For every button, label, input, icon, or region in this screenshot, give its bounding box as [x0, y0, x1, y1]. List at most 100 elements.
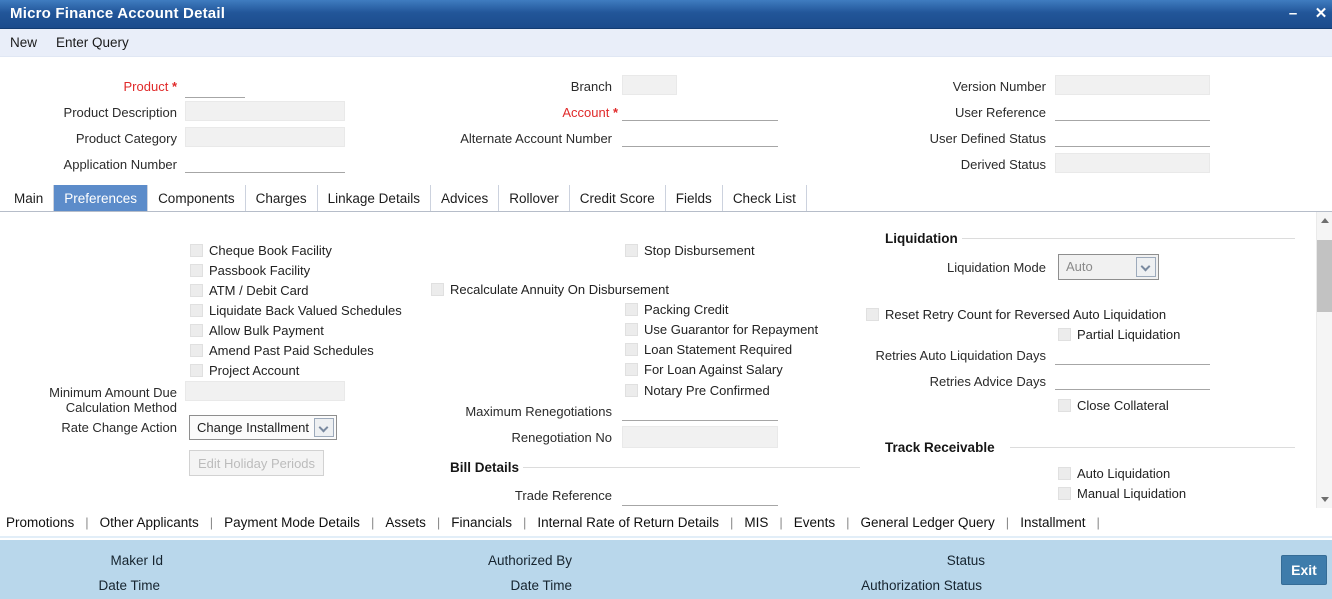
link-other-applicants[interactable]: Other Applicants — [100, 515, 199, 530]
checkbox-icon[interactable] — [866, 307, 879, 321]
user-defined-status-label: User Defined Status — [929, 131, 1046, 146]
retries-advice-days-input[interactable] — [1055, 370, 1210, 390]
checkbox-icon[interactable] — [1058, 486, 1071, 500]
checkbox-passbook-facility[interactable]: Passbook Facility — [190, 262, 310, 278]
checkbox-cheque-book-facility[interactable]: Cheque Book Facility — [190, 242, 332, 258]
checkbox-icon[interactable] — [431, 282, 444, 296]
checkbox-icon[interactable] — [190, 283, 203, 297]
tab-charges[interactable]: Charges — [246, 185, 318, 211]
branch-label: Branch — [570, 79, 612, 94]
link-mis[interactable]: MIS — [744, 515, 768, 530]
checkbox-icon[interactable] — [190, 263, 203, 277]
checkbox-project-account[interactable]: Project Account — [190, 362, 299, 378]
link-payment-mode-details[interactable]: Payment Mode Details — [224, 515, 360, 530]
checkbox-atm-debit-card[interactable]: ATM / Debit Card — [190, 282, 308, 298]
link-events[interactable]: Events — [794, 515, 835, 530]
status-label: Status — [946, 553, 985, 568]
tab-preferences[interactable]: Preferences — [54, 185, 149, 211]
checkbox-icon[interactable] — [190, 343, 203, 357]
checkbox-liquidate-back-valued-schedules[interactable]: Liquidate Back Valued Schedules — [190, 302, 402, 318]
account-input[interactable] — [622, 101, 778, 121]
link-separator: | — [779, 514, 783, 530]
trade-reference-input[interactable] — [622, 486, 778, 506]
minimize-icon[interactable]: – — [1282, 3, 1304, 25]
link-financials[interactable]: Financials — [451, 515, 512, 530]
authorized-by-label: Authorized By — [487, 553, 572, 568]
checkbox-for-loan-against-salary[interactable]: For Loan Against Salary — [625, 361, 783, 377]
checkbox-icon[interactable] — [1058, 466, 1071, 480]
link-separator: | — [846, 514, 850, 530]
checkbox-auto-liquidation[interactable]: Auto Liquidation — [1058, 465, 1170, 481]
branch-input — [622, 75, 677, 95]
tab-credit-score[interactable]: Credit Score — [570, 185, 666, 211]
checkbox-allow-bulk-payment[interactable]: Allow Bulk Payment — [190, 322, 324, 338]
checkbox-use-guarantor-for-repayment[interactable]: Use Guarantor for Repayment — [625, 321, 818, 337]
checkbox-icon[interactable] — [190, 243, 203, 257]
checkbox-icon[interactable] — [625, 342, 638, 356]
checkbox-partial-liquidation[interactable]: Partial Liquidation — [1058, 326, 1180, 342]
checkbox-amend-past-paid-schedules[interactable]: Amend Past Paid Schedules — [190, 342, 374, 358]
tab-bar: Main Preferences Components Charges Link… — [4, 185, 807, 211]
link-promotions[interactable]: Promotions — [6, 515, 74, 530]
checkbox-icon[interactable] — [190, 303, 203, 317]
scrollbar-up-icon[interactable] — [1321, 218, 1329, 223]
link-general-ledger-query[interactable]: General Ledger Query — [860, 515, 994, 530]
checkbox-close-collateral[interactable]: Close Collateral — [1058, 397, 1169, 413]
link-separator: | — [436, 514, 441, 530]
menu-bar: New Enter Query — [0, 29, 1332, 57]
checkbox-packing-credit[interactable]: Packing Credit — [625, 301, 729, 317]
liquidation-mode-label: Liquidation Mode — [946, 260, 1046, 275]
checkbox-icon[interactable] — [190, 323, 203, 337]
checkbox-recalculate-annuity-on-disbursement[interactable]: Recalculate Annuity On Disbursement — [431, 281, 669, 297]
tab-main[interactable]: Main — [4, 185, 55, 211]
scrollbar-down-icon[interactable] — [1321, 497, 1329, 502]
link-installment[interactable]: Installment — [1020, 515, 1085, 530]
exit-button[interactable]: Exit — [1281, 555, 1327, 585]
product-description-label: Product Description — [63, 105, 177, 120]
checkbox-notary-pre-confirmed[interactable]: Notary Pre Confirmed — [625, 382, 770, 398]
tab-components[interactable]: Components — [148, 185, 246, 211]
checkbox-manual-liquidation[interactable]: Manual Liquidation — [1058, 485, 1186, 501]
application-number-label: Application Number — [63, 157, 177, 172]
tab-advices[interactable]: Advices — [431, 185, 500, 211]
edit-holiday-periods-button[interactable]: Edit Holiday Periods — [189, 450, 324, 476]
maximum-renegotiations-input[interactable] — [622, 401, 778, 421]
link-separator: | — [209, 514, 214, 530]
checkbox-icon[interactable] — [625, 362, 638, 376]
product-input[interactable] — [185, 78, 245, 98]
checkbox-stop-disbursement[interactable]: Stop Disbursement — [625, 242, 755, 258]
maker-date-time-label: Date Time — [98, 578, 160, 593]
tab-check-list[interactable]: Check List — [723, 185, 807, 211]
link-separator: | — [1005, 514, 1010, 530]
alternate-account-number-input[interactable] — [622, 127, 778, 147]
checkbox-icon[interactable] — [1058, 398, 1071, 412]
menu-enter-query[interactable]: Enter Query — [56, 35, 129, 50]
tab-rollover[interactable]: Rollover — [499, 185, 570, 211]
checkbox-loan-statement-required[interactable]: Loan Statement Required — [625, 341, 792, 357]
menu-new[interactable]: New — [10, 35, 37, 50]
checkbox-icon[interactable] — [625, 383, 638, 397]
authorized-date-time-label: Date Time — [510, 578, 572, 593]
tab-fields[interactable]: Fields — [666, 185, 723, 211]
application-number-input[interactable] — [185, 153, 345, 173]
bill-details-header: Bill Details — [450, 460, 520, 475]
checkbox-icon[interactable] — [625, 322, 638, 336]
link-internal-rate-of-return-details[interactable]: Internal Rate of Return Details — [537, 515, 719, 530]
link-separator: | — [370, 514, 375, 530]
checkbox-icon[interactable] — [625, 302, 638, 316]
user-defined-status-input[interactable] — [1055, 127, 1210, 147]
product-description-input — [185, 101, 345, 121]
checkbox-icon[interactable] — [1058, 327, 1071, 341]
tab-linkage-details[interactable]: Linkage Details — [318, 185, 431, 211]
scrollbar-thumb[interactable] — [1317, 240, 1332, 312]
checkbox-icon[interactable] — [625, 243, 638, 257]
checkbox-icon[interactable] — [190, 363, 203, 377]
retries-advice-days-label: Retries Advice Days — [929, 374, 1046, 389]
retries-auto-liquidation-days-input[interactable] — [1055, 345, 1210, 365]
user-reference-input[interactable] — [1055, 101, 1210, 121]
rate-change-action-select[interactable]: Change Installment — [189, 415, 337, 440]
link-assets[interactable]: Assets — [385, 515, 426, 530]
liquidation-mode-select[interactable]: Auto — [1058, 254, 1159, 280]
checkbox-reset-retry-count[interactable]: Reset Retry Count for Reversed Auto Liqu… — [866, 306, 1166, 322]
close-icon[interactable]: ✕ — [1310, 3, 1332, 25]
